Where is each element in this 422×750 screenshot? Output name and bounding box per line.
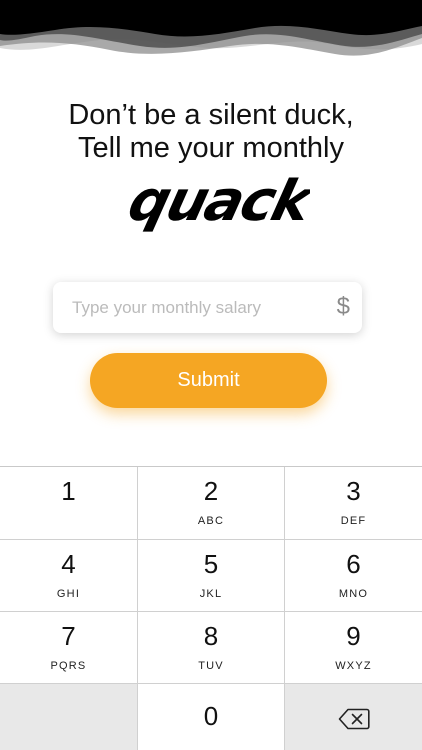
numeric-keypad: 1 2 ABC 3 DEF 4 GHI 5 JKL 6 MNO 7 PQRS 8 <box>0 466 422 750</box>
key-3-letters: DEF <box>340 515 367 527</box>
quack-logo-text: quack <box>122 169 310 234</box>
key-5-digit: 5 <box>203 549 219 579</box>
key-0[interactable]: 0 <box>138 684 284 750</box>
key-9-letters: WXYZ <box>335 660 372 672</box>
key-2[interactable]: 2 ABC <box>138 467 284 539</box>
key-8[interactable]: 8 TUV <box>138 612 284 683</box>
key-2-digit: 2 <box>203 476 219 506</box>
key-delete[interactable] <box>285 684 422 750</box>
headline-line-1: Don’t be a silent duck, <box>68 99 354 131</box>
key-9[interactable]: 9 WXYZ <box>285 612 422 683</box>
key-4-letters: GHI <box>56 588 81 600</box>
key-8-digit: 8 <box>203 621 219 651</box>
headline-line-2: Tell me your monthly <box>78 132 344 164</box>
key-5[interactable]: 5 JKL <box>138 540 284 611</box>
quack-logo: quack <box>122 169 310 234</box>
key-6-digit: 6 <box>346 549 361 579</box>
dollar-sign-icon: $ <box>336 293 350 320</box>
salary-field[interactable]: $ <box>53 282 362 333</box>
key-3[interactable]: 3 DEF <box>285 467 422 539</box>
key-7[interactable]: 7 PQRS <box>0 612 137 683</box>
backspace-icon <box>338 708 370 730</box>
key-6-letters: MNO <box>338 588 369 600</box>
header-wave-graphic <box>0 0 422 80</box>
key-1[interactable]: 1 <box>0 467 137 539</box>
headline: Don’t be a silent duck, Tell me your mon… <box>0 99 422 165</box>
key-9-digit: 9 <box>346 621 361 651</box>
key-6[interactable]: 6 MNO <box>285 540 422 611</box>
key-1-digit: 1 <box>61 476 76 506</box>
key-5-letters: JKL <box>199 588 223 600</box>
key-2-letters: ABC <box>197 515 225 527</box>
submit-button[interactable]: Submit <box>90 353 327 408</box>
key-0-digit: 0 <box>203 701 219 731</box>
key-4-digit: 4 <box>61 549 76 579</box>
key-4[interactable]: 4 GHI <box>0 540 137 611</box>
salary-input[interactable] <box>53 282 323 333</box>
key-3-digit: 3 <box>346 476 361 506</box>
app-screen: Don’t be a silent duck, Tell me your mon… <box>0 0 422 750</box>
key-blank <box>0 684 137 750</box>
key-8-letters: TUV <box>198 660 224 672</box>
key-7-digit: 7 <box>61 621 76 651</box>
key-7-letters: PQRS <box>50 660 87 672</box>
